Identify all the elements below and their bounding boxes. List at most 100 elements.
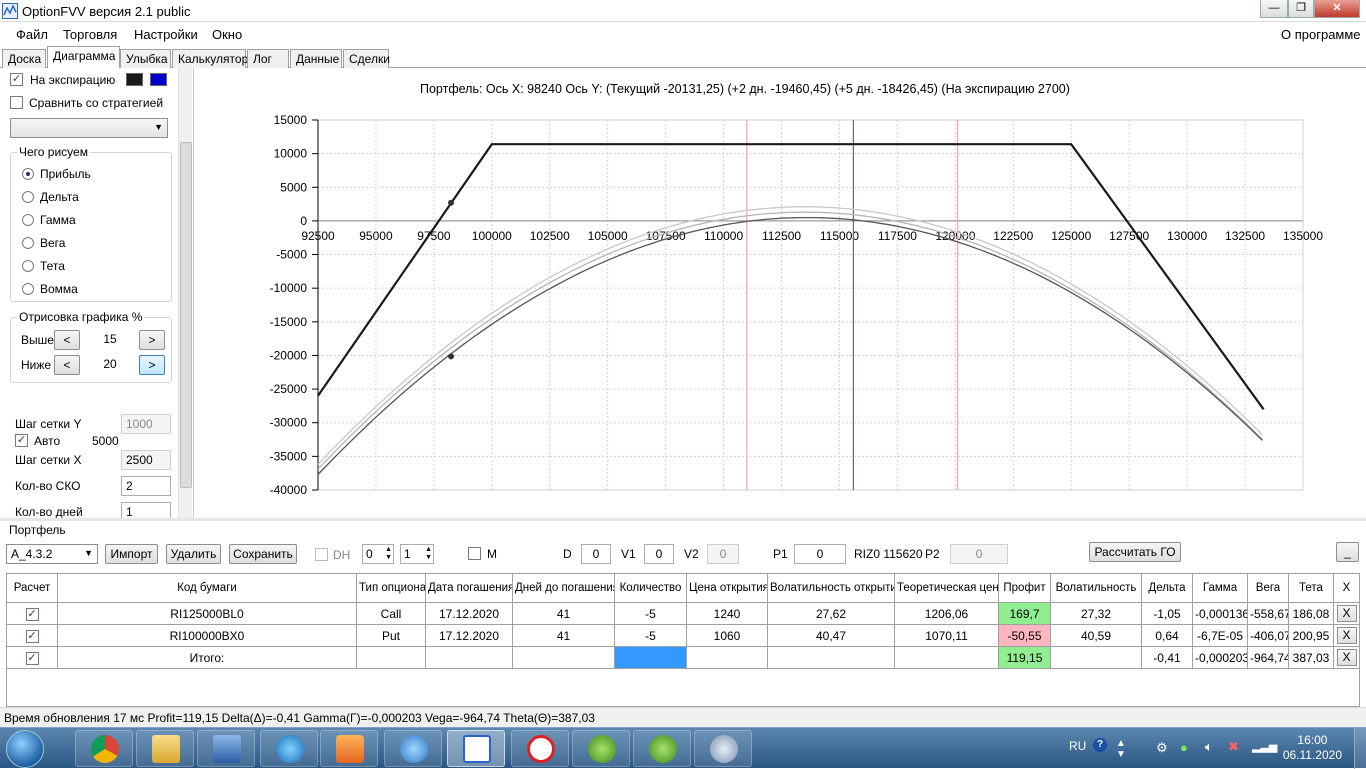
settings-scrollbar[interactable] bbox=[178, 68, 192, 518]
speaker-icon[interactable]: 🔈︎ bbox=[1205, 739, 1213, 755]
scrollbar-thumb[interactable] bbox=[180, 142, 192, 488]
expiration-checkbox[interactable]: ✓ bbox=[10, 73, 23, 86]
network-tool-icon[interactable] bbox=[197, 730, 255, 767]
menu-settings[interactable]: Настройки bbox=[134, 27, 198, 42]
maximize-button[interactable]: ❐ bbox=[1288, 0, 1314, 18]
close-button[interactable]: ✕ bbox=[1314, 0, 1360, 18]
table-row[interactable]: ✓ RI125000BL0 Call 17.12.2020 41 -5 1240… bbox=[6, 602, 1360, 625]
col-vol[interactable]: Волатильность bbox=[1050, 573, 1142, 603]
cell-qty[interactable]: -5 bbox=[614, 624, 687, 647]
ie-protected-icon[interactable] bbox=[260, 730, 318, 767]
minimize-button[interactable]: — bbox=[1260, 0, 1288, 18]
portfolio-select[interactable]: A_4.3.2 ▼ bbox=[6, 544, 98, 564]
drweb-scanner-icon[interactable] bbox=[633, 730, 691, 767]
tab-smile[interactable]: Улыбка bbox=[120, 49, 171, 68]
payoff-chart[interactable]: 15000 10000 5000 0 -5000 -10000 -15000 -20000 -2… bbox=[195, 68, 1366, 518]
col-vega[interactable]: Вега bbox=[1247, 573, 1289, 603]
above-decrease-button[interactable]: < bbox=[54, 330, 80, 350]
above-increase-button[interactable]: > bbox=[139, 330, 165, 350]
radio-profit[interactable] bbox=[22, 168, 34, 180]
media-player-icon[interactable] bbox=[320, 730, 378, 767]
dh-spin-1[interactable]: 0 ▲ ▼ bbox=[362, 544, 394, 564]
collapse-button[interactable]: _ bbox=[1336, 542, 1359, 562]
below-decrease-button[interactable]: < bbox=[54, 355, 80, 375]
table-row[interactable]: ✓ RI100000BX0 Put 17.12.2020 41 -5 1060 … bbox=[6, 624, 1360, 647]
cell-price[interactable]: 1240 bbox=[686, 602, 768, 625]
row-calc-checkbox[interactable]: ✓ bbox=[25, 630, 39, 643]
tab-board[interactable]: Доска bbox=[2, 49, 46, 68]
col-qty[interactable]: Количество bbox=[614, 573, 687, 603]
spin-arrows-icon[interactable]: ▲ ▼ bbox=[425, 546, 432, 562]
spin-arrows-icon[interactable]: ▲ ▼ bbox=[385, 546, 392, 562]
import-button[interactable]: Импорт bbox=[105, 544, 158, 564]
help-icon[interactable]: ? bbox=[1093, 738, 1107, 752]
table-row-total[interactable]: ✓ Итого: 119,15 -0,41 -0,000203 -964,74 … bbox=[6, 646, 1360, 669]
start-button[interactable] bbox=[6, 730, 44, 768]
connection-icon[interactable] bbox=[694, 730, 752, 767]
col-gamma[interactable]: Гамма bbox=[1192, 573, 1248, 603]
sko-input[interactable]: 2 bbox=[121, 476, 171, 496]
remove-row-button[interactable]: X bbox=[1336, 605, 1357, 622]
network-offline-icon[interactable]: ✖ bbox=[1228, 739, 1239, 755]
col-code[interactable]: Код бумаги bbox=[57, 573, 357, 603]
col-calc[interactable]: Расчет bbox=[6, 573, 58, 603]
tab-calculator[interactable]: Калькулятор bbox=[172, 49, 248, 68]
grid-y-input[interactable]: 1000 bbox=[121, 414, 171, 434]
radio-vega[interactable] bbox=[22, 237, 34, 249]
file-explorer-icon[interactable] bbox=[136, 730, 194, 767]
auto-checkbox[interactable]: ✓ bbox=[15, 434, 28, 447]
col-delta[interactable]: Дельта bbox=[1141, 573, 1193, 603]
expiration-color-blue[interactable] bbox=[150, 73, 167, 86]
menu-about[interactable]: О программе bbox=[1281, 27, 1361, 42]
col-theo[interactable]: Теоретическая цена bbox=[894, 573, 999, 603]
system-clock[interactable]: 16:00 06.11.2020 bbox=[1283, 733, 1342, 763]
v1-input[interactable]: 0 bbox=[644, 544, 674, 564]
col-price[interactable]: Цена открытия bbox=[686, 573, 768, 603]
optionfvv-icon[interactable] bbox=[447, 730, 505, 767]
compare-checkbox[interactable] bbox=[10, 96, 23, 109]
v2-input[interactable]: 0 bbox=[707, 544, 739, 564]
cell-qty[interactable]: -5 bbox=[614, 602, 687, 625]
signal-bars-icon[interactable]: ▂▃▅ bbox=[1252, 740, 1277, 753]
p1-input[interactable]: 0 bbox=[794, 544, 846, 564]
tab-data[interactable]: Данные bbox=[290, 49, 342, 68]
below-value[interactable]: 20 bbox=[88, 355, 132, 375]
m-checkbox[interactable] bbox=[468, 547, 481, 560]
show-desktop-button[interactable] bbox=[1354, 728, 1366, 769]
delete-button[interactable]: Удалить bbox=[166, 544, 221, 564]
above-value[interactable]: 15 bbox=[88, 330, 132, 350]
tab-deals[interactable]: Сделки bbox=[343, 49, 390, 68]
d-input[interactable]: 0 bbox=[581, 544, 611, 564]
chrome-icon[interactable] bbox=[75, 730, 133, 767]
col-theta[interactable]: Тета bbox=[1288, 573, 1334, 603]
below-increase-button[interactable]: > bbox=[139, 355, 165, 375]
menu-trading[interactable]: Торговля bbox=[63, 27, 117, 42]
strategy-combo[interactable]: ▼ bbox=[10, 118, 168, 138]
dh-spin-2[interactable]: 1 ▲ ▼ bbox=[400, 544, 434, 564]
chevron-down-icon[interactable]: ▲ ▼ bbox=[1116, 738, 1126, 760]
calc-margin-button[interactable]: Рассчитать ГО bbox=[1089, 542, 1181, 562]
yandex-browser-icon[interactable] bbox=[511, 730, 569, 767]
radio-gamma[interactable] bbox=[22, 214, 34, 226]
expiration-color-black[interactable] bbox=[126, 73, 143, 86]
grid-x-input[interactable]: 2500 bbox=[121, 450, 171, 470]
menu-window[interactable]: Окно bbox=[212, 27, 242, 42]
row-calc-checkbox[interactable]: ✓ bbox=[25, 652, 39, 665]
days-input[interactable]: 1 bbox=[121, 502, 171, 518]
drweb-icon[interactable] bbox=[572, 730, 630, 767]
col-vol-open[interactable]: Волатильность открытия bbox=[767, 573, 895, 603]
tray-drweb-icon[interactable]: ● bbox=[1180, 740, 1188, 755]
col-type[interactable]: Тип опциона bbox=[356, 573, 426, 603]
save-button[interactable]: Сохранить bbox=[229, 544, 297, 564]
col-date[interactable]: Дата погашения bbox=[425, 573, 513, 603]
col-remove[interactable]: X bbox=[1333, 573, 1360, 603]
menu-file[interactable]: Файл bbox=[16, 27, 48, 42]
col-days[interactable]: Дней до погашения bbox=[512, 573, 615, 603]
dh-checkbox[interactable] bbox=[315, 548, 328, 561]
p2-input[interactable]: 0 bbox=[950, 544, 1008, 564]
radio-delta[interactable] bbox=[22, 191, 34, 203]
cell-qty-selected[interactable] bbox=[614, 646, 687, 669]
tab-log[interactable]: Лог bbox=[247, 49, 289, 68]
tray-usb-icon[interactable]: ⚙ bbox=[1156, 740, 1168, 756]
tab-diagram[interactable]: Диаграмма bbox=[47, 46, 120, 68]
